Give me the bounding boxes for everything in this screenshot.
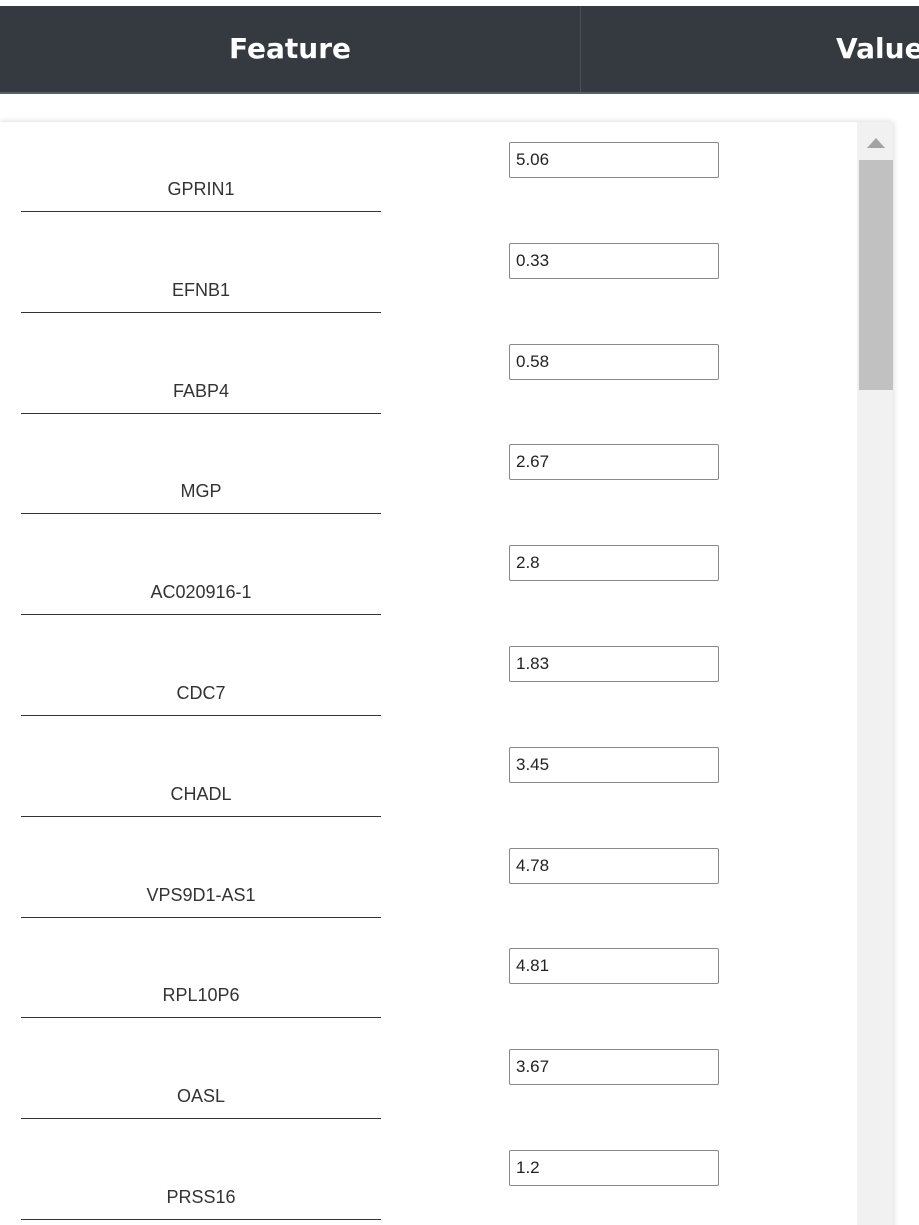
header-divider: [580, 6, 581, 92]
feature-label: OASL: [21, 1084, 381, 1120]
feature-label: CHADL: [21, 782, 381, 817]
value-column-header: Value: [836, 32, 919, 65]
feature-column-header: Feature: [229, 32, 351, 65]
value-input[interactable]: [509, 444, 719, 481]
table-row: AC020916-1: [0, 525, 857, 626]
feature-label: EFNB1: [21, 278, 381, 313]
feature-label: VPS9D1-AS1: [21, 883, 381, 918]
value-input[interactable]: [509, 1149, 719, 1186]
table-row: MGP: [0, 424, 857, 525]
table-row: RPL10P6: [0, 928, 857, 1029]
table-row: EFNB1: [0, 223, 857, 324]
value-input[interactable]: [509, 746, 719, 783]
feature-label: GPRIN1: [21, 177, 381, 212]
table-row: OASL: [0, 1029, 857, 1130]
page: Feature Value GPRIN1 EFNB1 FABP4 MGP AC02091…: [0, 0, 919, 1225]
table-header: Feature Value: [0, 6, 919, 94]
feature-label: AC020916-1: [21, 580, 381, 616]
table-row: FABP4: [0, 324, 857, 425]
feature-value-panel: GPRIN1 EFNB1 FABP4 MGP AC020916-1 CDC7 CHADL VP…: [0, 122, 893, 1225]
feature-label: FABP4: [21, 379, 381, 414]
feature-label: CDC7: [21, 681, 381, 716]
scrollbar-thumb[interactable]: [859, 160, 893, 390]
scroll-up-arrow-icon[interactable]: [857, 130, 893, 154]
feature-label: PRSS16: [21, 1185, 381, 1220]
value-input[interactable]: [509, 343, 719, 380]
value-input[interactable]: [509, 948, 719, 985]
feature-rows: GPRIN1 EFNB1 FABP4 MGP AC020916-1 CDC7 CHADL VP…: [0, 122, 857, 1225]
value-input[interactable]: [509, 142, 719, 178]
vertical-scrollbar[interactable]: [857, 122, 893, 1225]
table-row: CHADL: [0, 727, 857, 828]
value-input[interactable]: [509, 847, 719, 884]
feature-label: RPL10P6: [21, 983, 381, 1019]
table-row: CDC7: [0, 626, 857, 727]
table-row: VPS9D1-AS1: [0, 828, 857, 929]
table-row: PRSS16: [0, 1130, 857, 1225]
value-input[interactable]: [509, 1049, 719, 1086]
value-input[interactable]: [509, 645, 719, 682]
table-row: GPRIN1: [0, 122, 857, 223]
value-input[interactable]: [509, 545, 719, 582]
feature-label: MGP: [21, 479, 381, 515]
value-input[interactable]: [509, 242, 719, 279]
